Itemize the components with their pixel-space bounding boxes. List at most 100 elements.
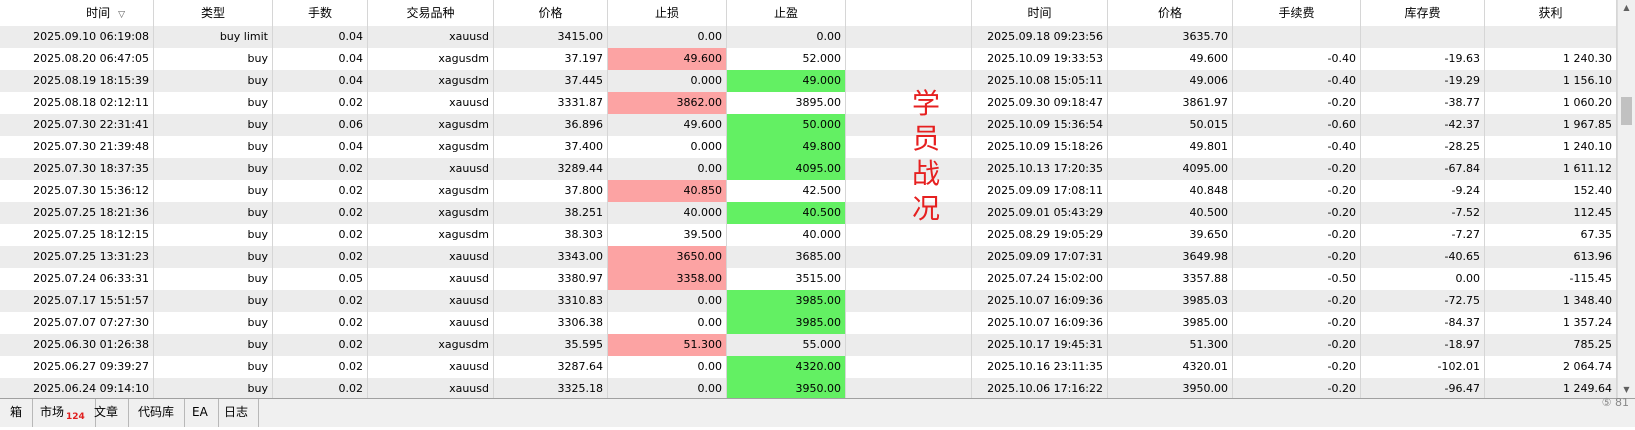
col-header-type[interactable]: 类型 [154,0,273,26]
table-row[interactable]: 2025.07.30 21:39:48 buy 0.04 xagusdm 37.400 0… [0,136,1617,158]
cell-close-time: 2025.09.18 09:23:56 [972,26,1108,48]
cell-blank [846,224,972,246]
cell-close-time: 2025.10.17 19:45:31 [972,334,1108,356]
cell-symbol: xagusdm [368,180,494,202]
table-row[interactable]: 2025.06.27 09:39:27 buy 0.02 xauusd 3287.64 0… [0,356,1617,378]
cell-profit: 1 060.20 [1485,92,1617,114]
table-row[interactable]: 2025.07.30 15:36:12 buy 0.02 xagusdm 37.800 4… [0,180,1617,202]
table-row[interactable]: 2025.07.07 07:27:30 buy 0.02 xauusd 3306.38 0… [0,312,1617,334]
cell-type: buy [154,312,273,334]
cell-profit: 67.35 [1485,224,1617,246]
cell-swap: -40.65 [1361,246,1485,268]
col-header-price[interactable]: 价格 [494,0,608,26]
col-header-close-price[interactable]: 价格 [1108,0,1233,26]
cell-close-time: 2025.09.30 09:18:47 [972,92,1108,114]
cell-stop-loss: 51.300 [608,334,727,356]
col-header-volume[interactable]: 手数 [273,0,368,26]
cell-take-profit: 42.500 [727,180,846,202]
tab-journal[interactable]: 日志 [214,399,260,427]
cell-stop-loss: 40.000 [608,202,727,224]
cell-volume: 0.04 [273,70,368,92]
cell-stop-loss: 3358.00 [608,268,727,290]
cell-close-price: 4320.01 [1108,356,1233,378]
col-header-close-time[interactable]: 时间 [972,0,1108,26]
table-row[interactable]: 2025.08.20 06:47:05 buy 0.04 xagusdm 37.197 4… [0,48,1617,70]
cell-price: 36.896 [494,114,608,136]
cell-symbol: xauusd [368,26,494,48]
cell-stop-loss: 40.850 [608,180,727,202]
cell-open-time: 2025.07.25 13:31:23 [0,246,154,268]
cell-commission: -0.20 [1233,158,1361,180]
vertical-scrollbar[interactable]: ▲ ▼ [1617,0,1635,398]
cell-stop-loss: 0.00 [608,158,727,180]
cell-profit: -115.45 [1485,268,1617,290]
table-row[interactable]: 2025.07.25 18:21:36 buy 0.02 xagusdm 38.251 4… [0,202,1617,224]
table-row[interactable]: 2025.09.10 06:19:08 buy limit 0.04 xauusd 34… [0,26,1617,48]
cell-stop-loss: 49.600 [608,114,727,136]
cell-type: buy [154,356,273,378]
cell-symbol: xauusd [368,246,494,268]
cell-open-time: 2025.07.25 18:21:36 [0,202,154,224]
table-row[interactable]: 2025.07.24 06:33:31 buy 0.05 xauusd 3380.97 3… [0,268,1617,290]
col-header-take-profit[interactable]: 止盈 [727,0,846,26]
cell-take-profit: 4320.00 [727,356,846,378]
cell-symbol: xauusd [368,268,494,290]
cell-blank [846,246,972,268]
cell-close-price: 49.006 [1108,70,1233,92]
col-header-swap[interactable]: 库存费 [1361,0,1485,26]
cell-open-time: 2025.07.24 06:33:31 [0,268,154,290]
tab-code-base[interactable]: 代码库 [128,399,186,427]
table-row[interactable]: 2025.07.25 18:12:15 buy 0.02 xagusdm 38.303 3… [0,224,1617,246]
cell-profit: 112.45 [1485,202,1617,224]
col-header-time[interactable]: 时间 ▽ [0,0,154,26]
col-header-commission[interactable]: 手续费 [1233,0,1361,26]
table-row[interactable]: 2025.06.30 01:26:38 buy 0.02 xagusdm 35.595 5… [0,334,1617,356]
cell-take-profit: 49.800 [727,136,846,158]
scroll-up-icon[interactable]: ▲ [1618,0,1635,16]
table-row[interactable]: 2025.07.30 22:31:41 buy 0.06 xagusdm 36.896 4… [0,114,1617,136]
table-row[interactable]: 2025.07.17 15:51:57 buy 0.02 xauusd 3310.83 0… [0,290,1617,312]
scrollbar-thumb[interactable] [1621,97,1632,125]
trade-history-grid: 时间 ▽ 类型 手数 交易品种 价格 止损 止盈 时间 价格 手续费 库存费 获利… [0,0,1617,398]
cell-close-time: 2025.10.09 15:18:26 [972,136,1108,158]
cell-symbol: xagusdm [368,224,494,246]
cell-swap: -102.01 [1361,356,1485,378]
cell-profit: 1 611.12 [1485,158,1617,180]
col-header-symbol[interactable]: 交易品种 [368,0,494,26]
cell-type: buy limit [154,26,273,48]
cell-price: 37.400 [494,136,608,158]
col-header-blank[interactable] [846,0,972,26]
table-row[interactable]: 2025.08.19 18:15:39 buy 0.04 xagusdm 37.445 0… [0,70,1617,92]
cell-type: buy [154,158,273,180]
cell-close-time: 2025.10.07 16:09:36 [972,312,1108,334]
cell-blank [846,312,972,334]
table-row[interactable]: 2025.06.24 09:14:10 buy 0.02 xauusd 3325.18 0… [0,378,1617,398]
table-row[interactable]: 2025.08.18 02:12:11 buy 0.02 xauusd 3331.87 3… [0,92,1617,114]
cell-swap: -19.63 [1361,48,1485,70]
cell-close-time: 2025.10.09 15:36:54 [972,114,1108,136]
cell-commission: -0.20 [1233,92,1361,114]
cell-swap [1361,26,1485,48]
cell-type: buy [154,224,273,246]
cell-close-price: 3635.70 [1108,26,1233,48]
table-row[interactable]: 2025.07.30 18:37:35 buy 0.02 xauusd 3289.44 0… [0,158,1617,180]
cell-close-price: 3985.00 [1108,312,1233,334]
cell-open-time: 2025.06.27 09:39:27 [0,356,154,378]
cell-price: 35.595 [494,334,608,356]
cell-swap: -72.75 [1361,290,1485,312]
cell-profit: 2 064.74 [1485,356,1617,378]
table-row[interactable]: 2025.07.25 13:31:23 buy 0.02 xauusd 3343.00 3… [0,246,1617,268]
cell-stop-loss: 0.000 [608,70,727,92]
col-header-stop-loss[interactable]: 止损 [608,0,727,26]
tab-mailbox[interactable]: 箱 [0,399,34,427]
cell-blank [846,356,972,378]
cell-stop-loss: 0.00 [608,378,727,398]
col-header-profit[interactable]: 获利 [1485,0,1617,26]
cell-open-time: 2025.06.30 01:26:38 [0,334,154,356]
tab-articles[interactable]: 文章 [84,399,130,427]
cell-stop-loss: 49.600 [608,48,727,70]
cell-commission: -0.40 [1233,48,1361,70]
cell-volume: 0.02 [273,312,368,334]
cell-symbol: xauusd [368,356,494,378]
cell-take-profit: 3515.00 [727,268,846,290]
